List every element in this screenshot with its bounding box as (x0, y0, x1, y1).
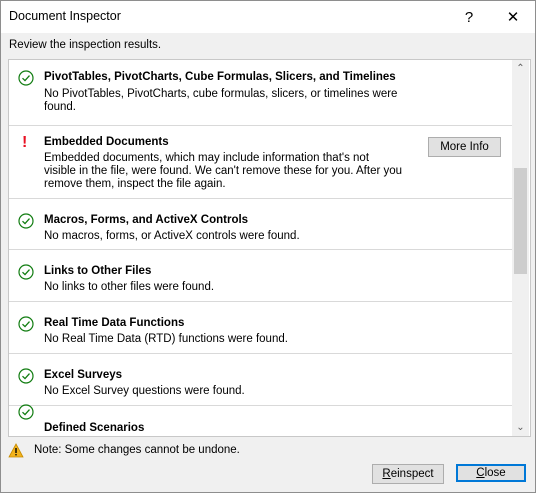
help-button[interactable]: ? (447, 1, 491, 33)
item-title: Defined Scenarios (44, 422, 145, 434)
list-item-excel-surveys: Excel Surveys No Excel Survey questions … (9, 354, 512, 406)
list-item-pivottables: PivotTables, PivotCharts, Cube Formulas,… (9, 60, 512, 126)
list-item-real-time-data: Real Time Data Functions No Real Time Da… (9, 302, 512, 354)
close-window-button[interactable]: ✕ (491, 1, 535, 33)
item-description: No PivotTables, PivotCharts, cube formul… (44, 88, 398, 113)
reinspect-label: Reinspect (382, 468, 433, 480)
item-title: Real Time Data Functions (44, 317, 185, 329)
item-title: PivotTables, PivotCharts, Cube Formulas,… (44, 71, 396, 83)
item-title: Macros, Forms, and ActiveX Controls (44, 214, 249, 226)
note-text: Note: Some changes cannot be undone. (34, 444, 240, 456)
results-panel: PivotTables, PivotCharts, Cube Formulas,… (8, 59, 531, 437)
checkmark-icon (18, 264, 34, 280)
list-item-macros: Macros, Forms, and ActiveX Controls No m… (9, 199, 512, 250)
vertical-scrollbar[interactable]: ⌃ ⌄ (512, 60, 529, 436)
item-title: Embedded Documents (44, 136, 169, 148)
item-title: Excel Surveys (44, 369, 123, 381)
warning-triangle-icon (8, 443, 24, 458)
checkmark-icon (18, 70, 34, 86)
checkmark-icon (18, 404, 34, 420)
reinspect-label-rest: einspect (390, 468, 434, 480)
list-item-embedded-documents: ! Embedded Documents Embedded documents,… (9, 126, 512, 199)
subtitle: Review the inspection results. (9, 39, 162, 51)
close-label: Close (476, 467, 505, 479)
more-info-button[interactable]: More Info (428, 137, 501, 157)
close-accelerator: C (476, 467, 485, 479)
item-description: No macros, forms, or ActiveX controls we… (44, 230, 300, 242)
checkmark-icon (18, 316, 34, 332)
checkmark-icon (18, 213, 34, 229)
item-description: Embedded documents, which may include in… (44, 152, 403, 190)
window-title: Document Inspector (9, 9, 121, 23)
list-item-defined-scenarios: Defined Scenarios (9, 404, 512, 436)
close-label-rest: lose (484, 467, 506, 479)
reinspect-button[interactable]: Reinspect (372, 464, 444, 484)
results-list: PivotTables, PivotCharts, Cube Formulas,… (9, 60, 512, 436)
item-description: No Real Time Data (RTD) functions were f… (44, 333, 288, 345)
scroll-down-arrow-icon[interactable]: ⌄ (512, 419, 529, 436)
warning-exclamation-icon: ! (22, 134, 28, 151)
reinspect-accelerator: R (382, 468, 391, 480)
checkmark-icon (18, 368, 34, 384)
item-title: Links to Other Files (44, 265, 152, 277)
title-bar: Document Inspector ? ✕ (1, 1, 535, 33)
help-icon: ? (464, 8, 474, 26)
list-item-links: Links to Other Files No links to other f… (9, 250, 512, 302)
scroll-up-arrow-icon[interactable]: ⌃ (512, 60, 529, 77)
scroll-thumb[interactable] (514, 168, 527, 274)
item-description: No Excel Survey questions were found. (44, 385, 245, 397)
close-button[interactable]: Close (456, 464, 526, 482)
document-inspector-dialog: Document Inspector ? ✕ Review the inspec… (0, 0, 536, 493)
item-description: No links to other files were found. (44, 281, 215, 293)
close-icon: ✕ (506, 9, 520, 26)
